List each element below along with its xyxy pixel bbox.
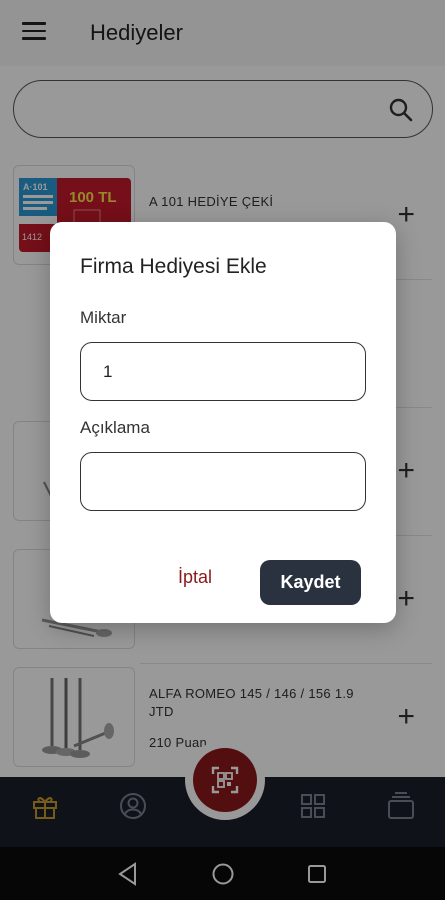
cancel-button[interactable]: İptal — [178, 567, 212, 588]
dialog-title: Firma Hediyesi Ekle — [80, 255, 267, 278]
save-button[interactable]: Kaydet — [260, 560, 361, 605]
description-label: Açıklama — [80, 418, 150, 437]
quantity-field[interactable] — [80, 342, 366, 401]
quantity-label: Miktar — [80, 308, 127, 327]
add-gift-dialog: Firma Hediyesi Ekle Miktar Açıklama İpta… — [50, 222, 396, 623]
description-field[interactable] — [80, 452, 366, 511]
quantity-input[interactable] — [103, 355, 353, 389]
description-input[interactable] — [103, 465, 353, 499]
